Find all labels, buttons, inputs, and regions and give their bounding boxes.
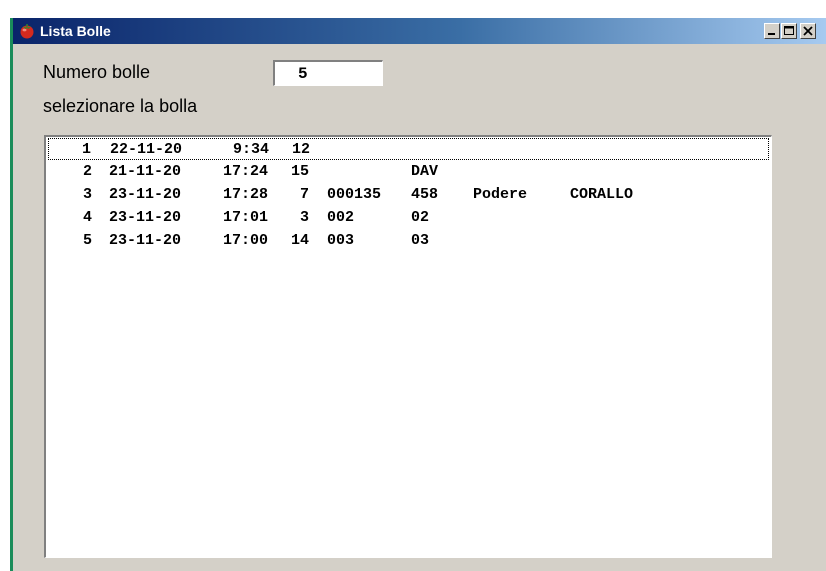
row-number: 3 bbox=[82, 186, 92, 203]
minimize-icon bbox=[768, 33, 775, 35]
row-name: CORALLO bbox=[570, 186, 634, 203]
row-reference: DAV bbox=[411, 163, 439, 180]
row-date: 23-11-20 bbox=[109, 209, 182, 226]
row-time: 17:00 bbox=[222, 232, 268, 249]
select-bolla-label: selezionare la bolla bbox=[43, 96, 198, 116]
maximize-button[interactable] bbox=[781, 23, 797, 39]
row-quantity: 15 bbox=[290, 163, 309, 180]
row-time: 17:28 bbox=[222, 186, 268, 203]
row-quantity: 14 bbox=[290, 232, 309, 249]
row-date: 23-11-20 bbox=[109, 186, 182, 203]
row-code: 002 bbox=[327, 209, 355, 226]
row-place: Podere bbox=[473, 186, 528, 203]
row-date: 23-11-20 bbox=[109, 232, 182, 249]
numero-bolle-field[interactable]: 5 bbox=[273, 60, 383, 86]
list-item[interactable]: 3 23-11-20 17:28 7 000135 458 Podere COR… bbox=[48, 184, 769, 206]
row-time: 17:01 bbox=[222, 209, 268, 226]
list-item[interactable]: 2 21-11-20 17:24 15 DAV bbox=[48, 161, 769, 183]
row-code: 003 bbox=[327, 232, 355, 249]
row-code: 000135 bbox=[327, 186, 382, 203]
list-item[interactable]: 4 23-11-20 17:01 3 002 02 bbox=[48, 207, 769, 229]
row-time: 17:24 bbox=[222, 163, 268, 180]
row-quantity: 12 bbox=[291, 141, 310, 158]
desktop-strip bbox=[0, 0, 10, 571]
row-number: 1 bbox=[81, 141, 91, 158]
row-reference: 458 bbox=[411, 186, 439, 203]
row-number: 4 bbox=[82, 209, 92, 226]
row-number: 2 bbox=[82, 163, 92, 180]
row-reference: 02 bbox=[411, 209, 430, 226]
minimize-button[interactable] bbox=[764, 23, 780, 39]
row-quantity: 7 bbox=[299, 186, 309, 203]
row-quantity: 3 bbox=[299, 209, 309, 226]
numero-bolle-label: Numero bolle bbox=[43, 62, 151, 82]
row-reference: 03 bbox=[411, 232, 430, 249]
list-item[interactable]: 5 23-11-20 17:00 14 003 03 bbox=[48, 230, 769, 252]
tomato-icon[interactable] bbox=[19, 23, 35, 39]
window-title: Lista Bolle bbox=[40, 23, 111, 39]
bolle-listbox[interactable]: 1 22-11-20 9:34 12 2 21-11-20 17:24 15 D… bbox=[44, 135, 772, 558]
list-item[interactable]: 1 22-11-20 9:34 12 bbox=[48, 138, 769, 160]
close-button[interactable] bbox=[800, 23, 816, 39]
maximize-icon bbox=[784, 26, 794, 35]
row-date: 22-11-20 bbox=[110, 141, 183, 158]
row-time: 9:34 bbox=[232, 141, 269, 158]
row-date: 21-11-20 bbox=[109, 163, 182, 180]
close-icon bbox=[803, 26, 813, 36]
row-number: 5 bbox=[82, 232, 92, 249]
title-bar[interactable]: Lista Bolle bbox=[13, 18, 826, 44]
